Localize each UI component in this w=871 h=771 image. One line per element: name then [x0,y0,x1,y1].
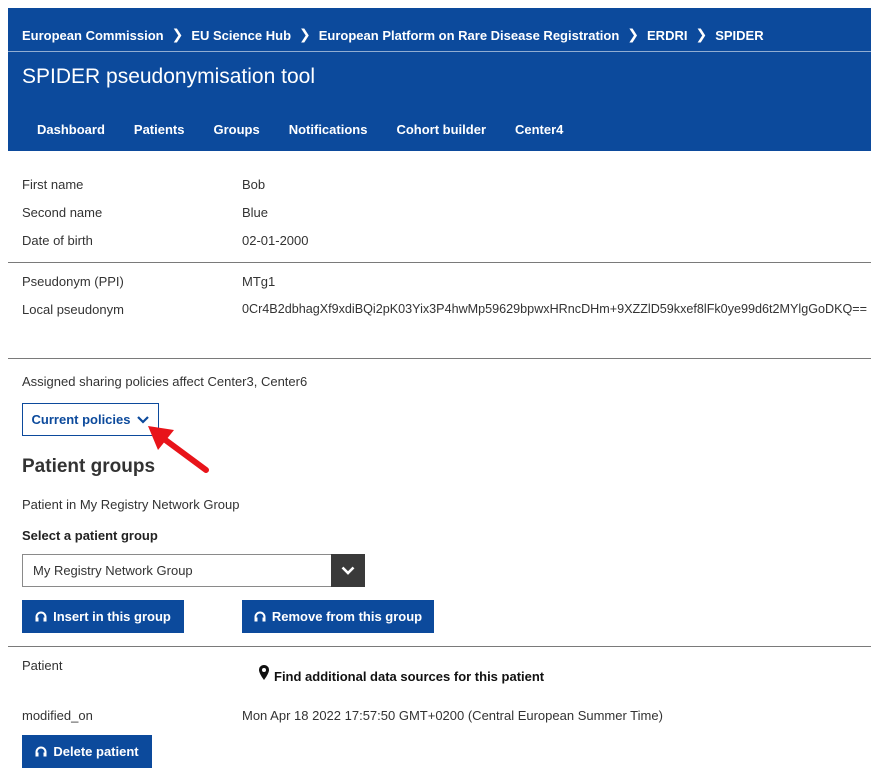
nav-center4[interactable]: Center4 [515,122,563,137]
delete-patient-label: Delete patient [53,744,139,759]
nav-cohort-builder[interactable]: Cohort builder [396,122,486,137]
current-policies-button[interactable]: Current policies [22,403,159,436]
chevron-right-icon: ❯ [299,26,311,42]
dob-value: 02-01-2000 [242,233,309,248]
remove-group-button[interactable]: Remove from this group [242,600,434,633]
breadcrumb-eu-science-hub[interactable]: EU Science Hub [191,28,291,43]
first-name-label: First name [22,177,84,192]
site-header: European Commission ❯ EU Science Hub ❯ E… [8,8,871,151]
headset-icon [254,611,266,622]
delete-patient-button[interactable]: Delete patient [22,735,152,768]
divider [8,358,871,359]
insert-group-button[interactable]: Insert in this group [22,600,184,633]
headset-icon [35,746,47,757]
chevron-down-icon [137,415,150,424]
local-pseudonym-label: Local pseudonym [22,302,124,317]
annotation-arrow-icon [148,426,209,473]
map-pin-icon [259,665,269,680]
find-data-sources-link[interactable]: Find additional data sources for this pa… [258,665,545,685]
second-name-label: Second name [22,205,103,220]
select-group-label: Select a patient group [22,528,158,543]
modified-on-value: Mon Apr 18 2022 17:57:50 GMT+0200 (Centr… [242,708,663,723]
nav-dashboard[interactable]: Dashboard [37,122,105,137]
breadcrumb-platform[interactable]: European Platform on Rare Disease Regist… [319,28,620,43]
first-name-value: Bob [242,177,266,192]
breadcrumb: European Commission ❯ EU Science Hub ❯ E… [22,26,764,44]
remove-group-label: Remove from this group [271,609,423,624]
second-name-value: Blue [242,205,269,220]
breadcrumb-erdri[interactable]: ERDRI [647,28,687,43]
divider [8,262,871,263]
current-policies-label: Current policies [31,412,131,427]
local-pseudonym-value: 0Cr4B2dbhagXf9xdiBQi2pK03Yix3P4hwMp59629… [242,302,868,316]
headset-icon [35,611,47,622]
select-arrow-button[interactable] [331,554,365,587]
chevron-right-icon: ❯ [171,26,184,42]
patient-groups-title: Patient groups [22,456,156,477]
chevron-right-icon: ❯ [695,26,708,42]
nav-patients[interactable]: Patients [134,122,185,137]
app-title: SPIDER pseudonymisation tool [22,65,315,88]
patient-group-select[interactable]: My Registry Network Group [22,554,365,587]
divider [8,646,871,647]
breadcrumb-spider[interactable]: SPIDER [715,28,763,43]
sharing-policies-text: Assigned sharing policies affect Center3… [22,374,308,389]
patient-label: Patient [22,658,63,673]
header-divider [8,51,871,52]
main-nav: Dashboard Patients Groups Notifications … [22,122,577,137]
modified-on-label: modified_on [22,708,93,723]
ppi-value: MTg1 [242,274,276,289]
dob-label: Date of birth [22,233,93,248]
insert-group-label: Insert in this group [53,609,171,624]
find-data-sources-label: Find additional data sources for this pa… [274,669,545,684]
chevron-right-icon: ❯ [627,26,640,42]
group-membership-text: Patient in My Registry Network Group [22,497,240,512]
ppi-label: Pseudonym (PPI) [22,274,124,289]
breadcrumb-european-commission[interactable]: European Commission [22,28,164,43]
nav-groups[interactable]: Groups [213,122,259,137]
selected-group-value: My Registry Network Group [33,563,193,578]
nav-notifications[interactable]: Notifications [289,122,368,137]
chevron-down-icon [341,566,355,575]
